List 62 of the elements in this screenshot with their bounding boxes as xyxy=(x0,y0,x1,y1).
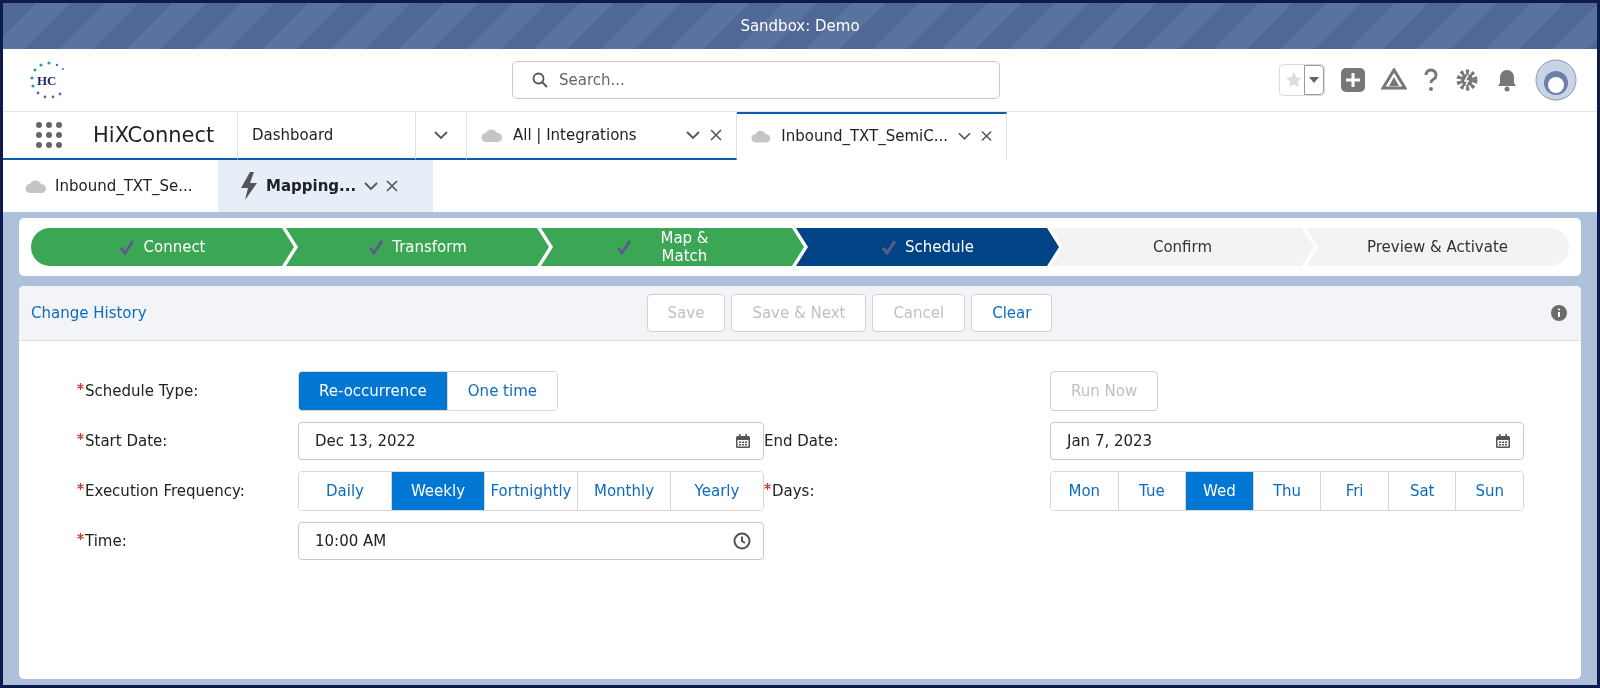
calendar-icon xyxy=(1495,433,1511,449)
schedule-type-option[interactable]: Re-occurrence xyxy=(299,372,448,410)
info-icon[interactable] xyxy=(1551,305,1567,321)
required-icon xyxy=(77,483,84,490)
app-name: HiXConnect xyxy=(93,123,215,147)
path-step[interactable]: Confirm xyxy=(1051,228,1314,266)
field-label: Time: xyxy=(85,532,127,550)
lightning-icon xyxy=(240,172,258,200)
chevron-down-icon[interactable] xyxy=(686,130,700,140)
frequency-option[interactable]: Weekly xyxy=(392,472,485,510)
frequency-option[interactable]: Daily xyxy=(299,472,392,510)
path-step[interactable]: Preview & Activate xyxy=(1306,228,1569,266)
required-icon xyxy=(77,383,84,390)
mountain-icon[interactable] xyxy=(1381,68,1407,92)
search-icon xyxy=(532,72,548,88)
field-label: Execution Frequency: xyxy=(85,482,245,500)
day-option[interactable]: Wed xyxy=(1186,472,1254,510)
chevron-down-icon[interactable] xyxy=(958,131,971,141)
notification-bell-icon[interactable] xyxy=(1495,68,1519,92)
path-step[interactable]: Map & Match xyxy=(541,228,804,266)
workspace-tab[interactable]: Mapping... xyxy=(218,160,433,212)
check-icon xyxy=(881,239,898,255)
check-icon xyxy=(615,239,632,255)
chevron-down-icon xyxy=(434,130,448,140)
required-icon xyxy=(764,483,771,490)
end-date-field[interactable]: Jan 7, 2023 xyxy=(1050,422,1524,460)
field-label: End Date: xyxy=(764,432,839,450)
change-history-link[interactable]: Change History xyxy=(31,304,147,322)
check-icon xyxy=(119,239,136,255)
star-icon xyxy=(1284,70,1304,90)
close-icon[interactable] xyxy=(980,130,992,142)
add-icon[interactable] xyxy=(1341,68,1365,92)
field-label: Start Date: xyxy=(85,432,168,450)
search-field[interactable]: Search... xyxy=(512,61,1000,99)
toolbar-button[interactable]: Clear xyxy=(971,294,1053,332)
clock-icon xyxy=(733,532,751,550)
cloud-icon xyxy=(481,128,503,142)
help-icon[interactable] xyxy=(1423,68,1439,92)
field-label: Days: xyxy=(772,482,815,500)
path-step[interactable]: Connect xyxy=(31,228,294,266)
app-launcher-icon[interactable] xyxy=(35,121,63,149)
workspace-tab[interactable]: Inbound_TXT_Se... xyxy=(3,160,218,212)
check-icon xyxy=(368,239,385,255)
avatar-icon[interactable] xyxy=(1535,59,1577,101)
path-step[interactable]: Transform xyxy=(286,228,549,266)
close-icon[interactable] xyxy=(386,180,399,192)
close-icon[interactable] xyxy=(710,129,722,141)
cloud-icon xyxy=(751,129,772,143)
day-option[interactable]: Mon xyxy=(1051,472,1119,510)
required-icon xyxy=(77,533,84,540)
caret-icon xyxy=(1309,77,1319,83)
required-icon xyxy=(77,433,84,440)
banner-title: Sandbox: Demo xyxy=(740,17,860,35)
path-step[interactable]: Schedule xyxy=(796,228,1059,266)
time-field[interactable]: 10:00 AM xyxy=(298,522,764,560)
chevron-down-icon[interactable] xyxy=(364,181,379,191)
start-date-field[interactable]: Dec 13, 2022 xyxy=(298,422,764,460)
field-label: Schedule Type: xyxy=(85,382,199,400)
settings-icon[interactable] xyxy=(1455,68,1479,92)
cloud-icon xyxy=(25,179,47,193)
favorites-button[interactable] xyxy=(1279,64,1325,96)
calendar-icon xyxy=(735,433,751,449)
